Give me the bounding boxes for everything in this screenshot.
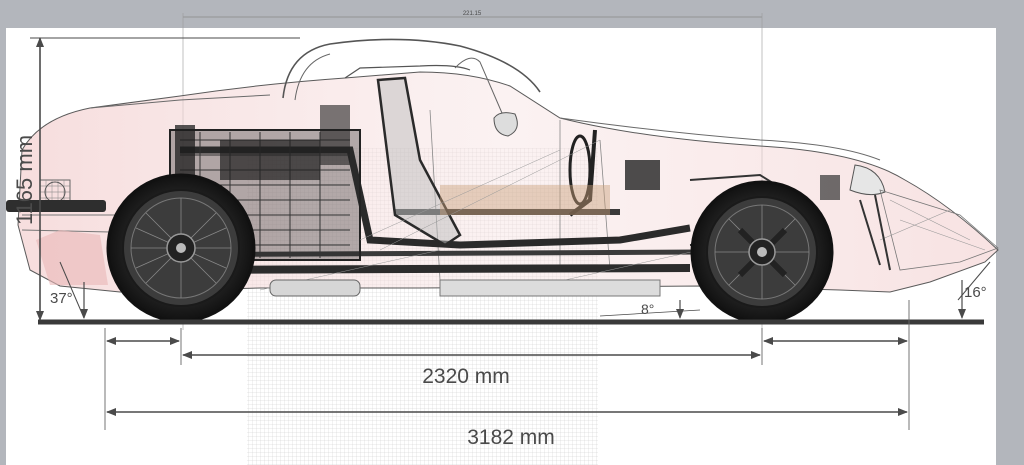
top-measure-label: 221.15 <box>463 11 482 17</box>
height-label: 1165 mm <box>12 135 37 225</box>
rear-wheel <box>106 173 256 323</box>
departure-angle-label: 16° <box>964 284 987 301</box>
front-crossmember <box>625 160 660 190</box>
approach-angle-label: 37° <box>50 290 73 307</box>
car-dimension-drawing: 221.15 1165 mm 37° 8° 16° 2320 mm 3182 m… <box>0 0 1024 465</box>
drawing-canvas: 221.15 1165 mm 37° 8° 16° 2320 mm 3182 m… <box>6 11 999 465</box>
intake <box>320 105 350 165</box>
wheelbase-label: 2320 mm <box>422 365 510 388</box>
breakover-angle-label: 8° <box>641 301 654 317</box>
front-wheel <box>690 180 834 324</box>
length-label: 3182 mm <box>467 426 555 449</box>
